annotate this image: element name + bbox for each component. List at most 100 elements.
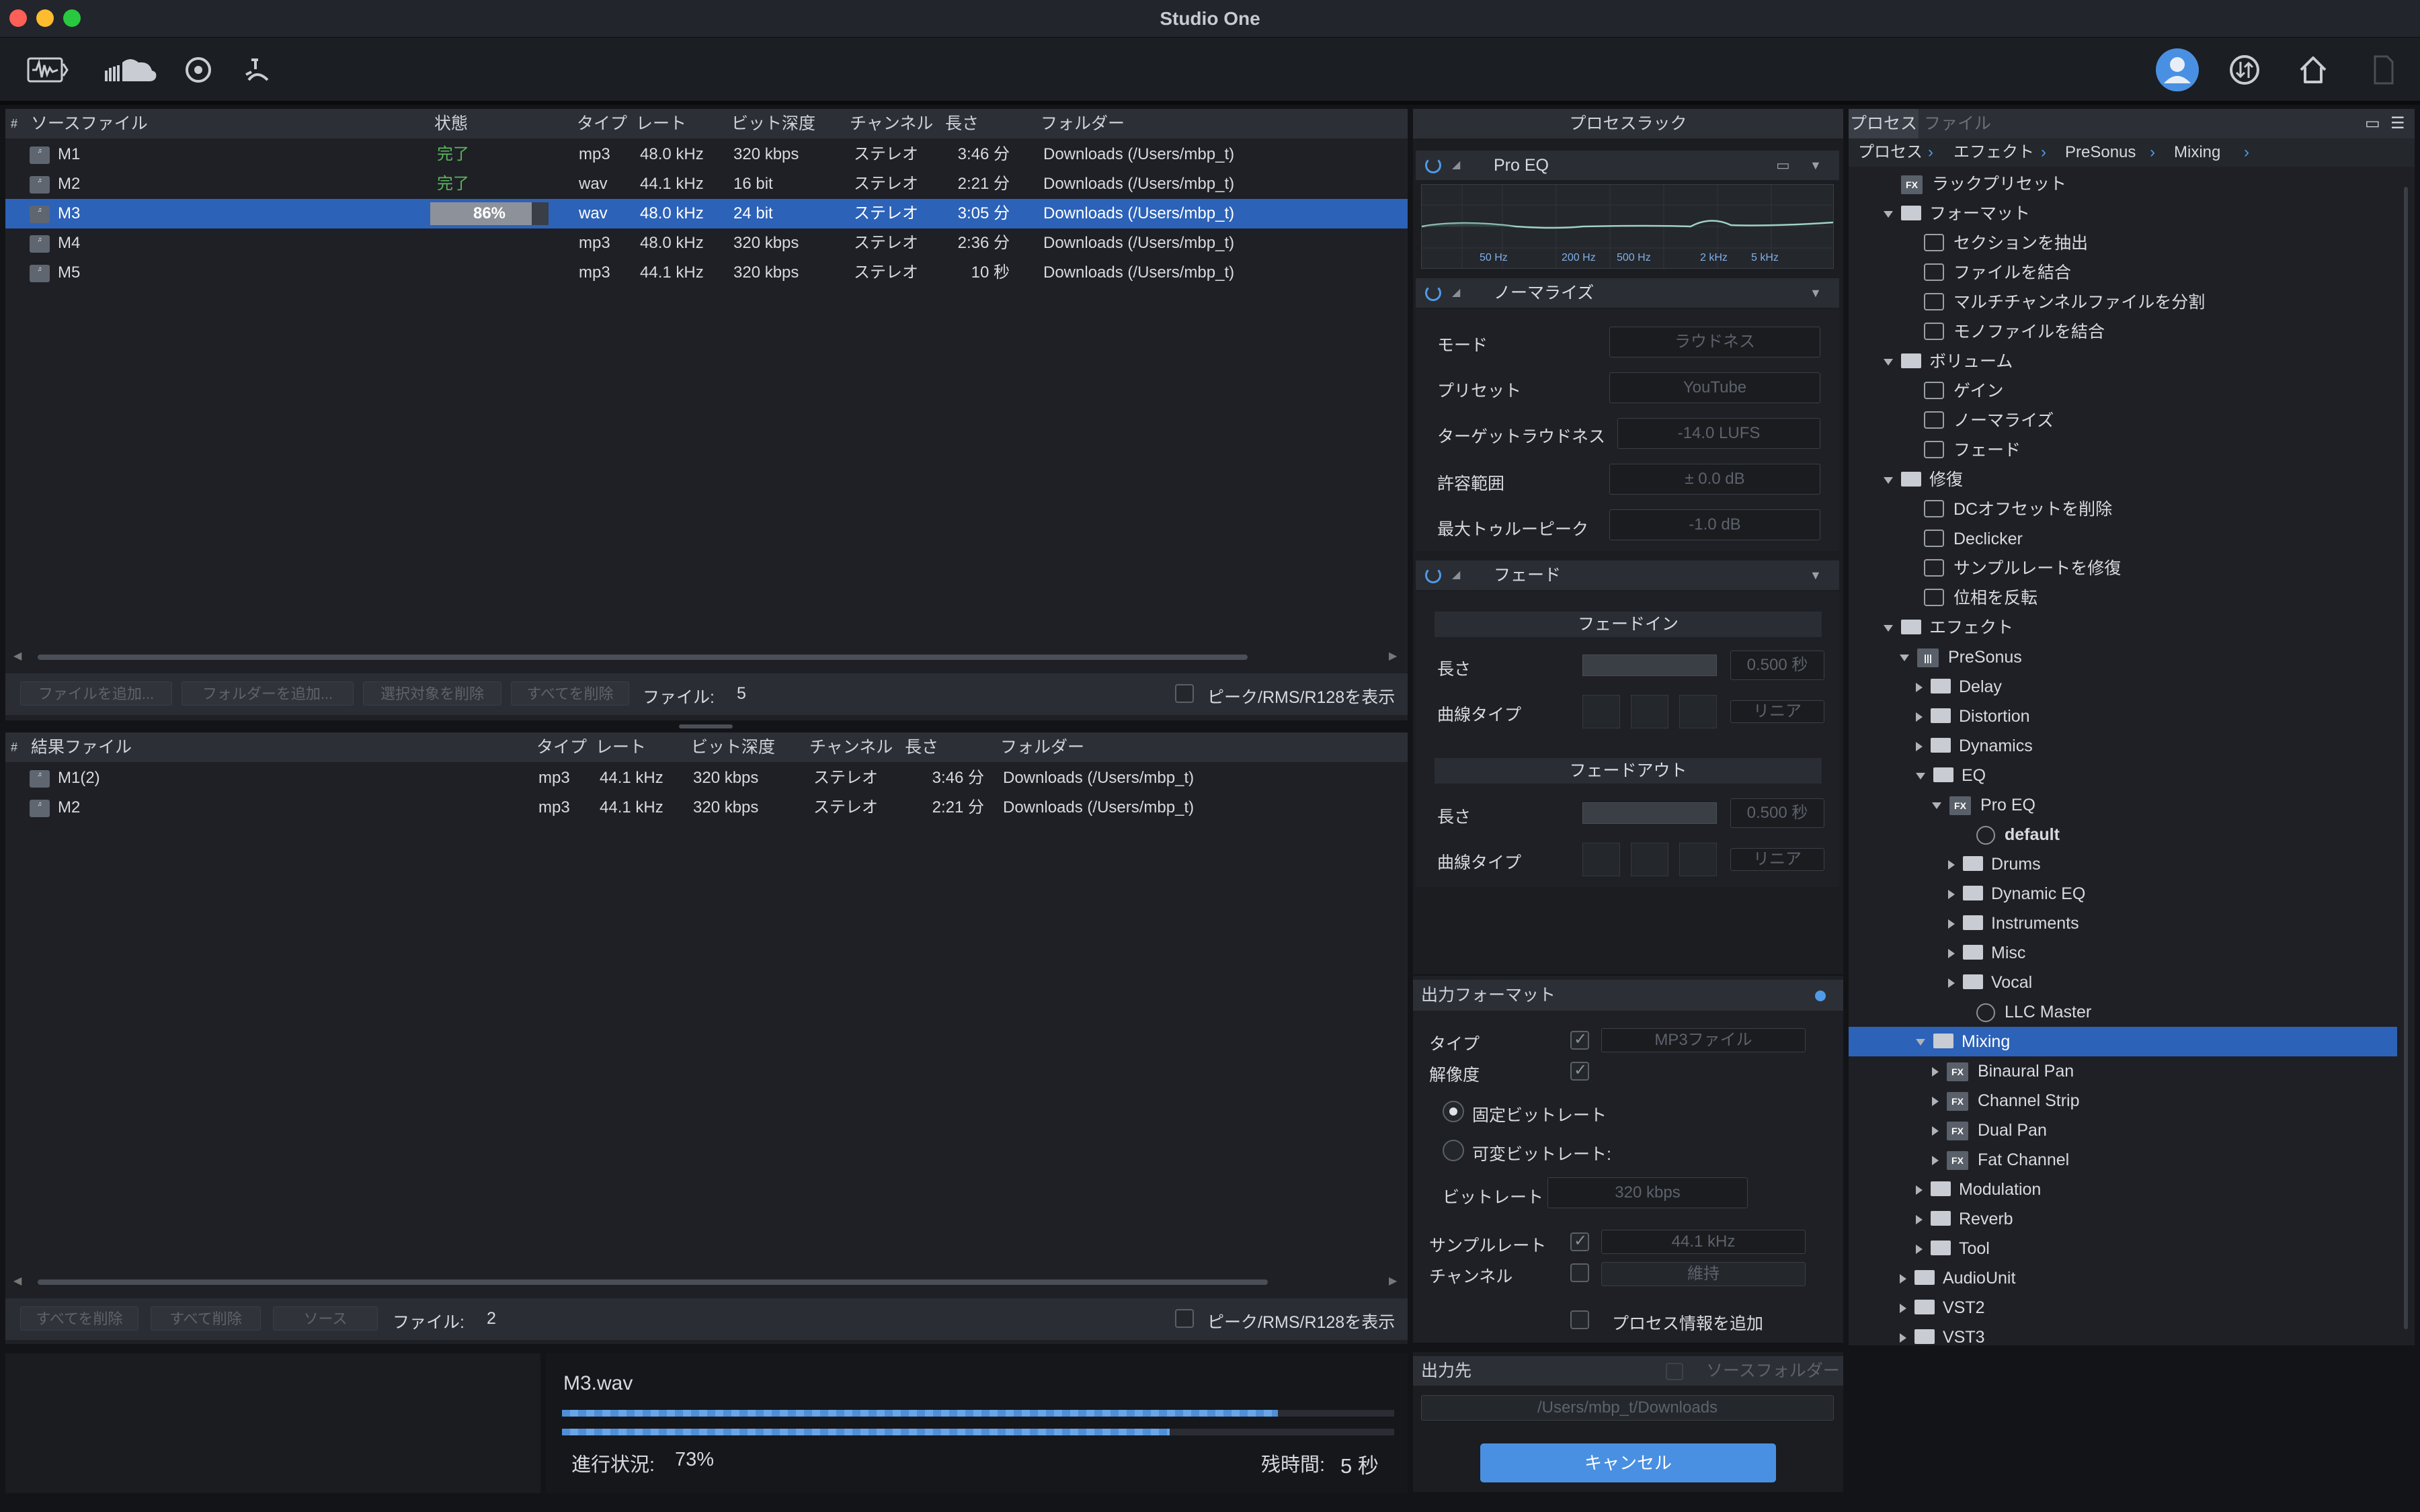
tree-item-repair-samplerate[interactable]: サンプルレートを修復	[1849, 554, 2397, 583]
mode-field[interactable]: ラウドネス	[1609, 327, 1820, 358]
col-status[interactable]: 状態	[434, 109, 468, 138]
chevron-right-icon[interactable]	[1948, 860, 1955, 870]
source-horizontal-scrollbar[interactable]: ◀ ▶	[13, 651, 1405, 662]
tree-item-vst2[interactable]: VST2	[1849, 1293, 2397, 1322]
tree-item-vocal[interactable]: Vocal	[1849, 968, 2397, 997]
col-folder[interactable]: フォルダー	[1000, 732, 1084, 762]
scrollbar-thumb[interactable]	[38, 655, 1248, 660]
tree-item-default[interactable]: default	[1849, 820, 2397, 849]
split-handle[interactable]	[679, 724, 733, 728]
table-row[interactable]: ♫ M2 mp3 44.1 kHz 320 kbps ステレオ Downloads (/Us…	[5, 793, 1408, 823]
scrollbar-thumb[interactable]	[38, 1279, 1268, 1285]
col-rate[interactable]: レート	[636, 109, 686, 138]
chevron-right-icon[interactable]	[1948, 949, 1955, 959]
curve-exp-button[interactable]	[1679, 695, 1717, 728]
resolution-checkbox[interactable]	[1570, 1060, 1589, 1081]
add-folder-button[interactable]: フォルダーを追加...	[182, 681, 354, 706]
waveform-browser-icon[interactable]	[27, 52, 69, 87]
target-icon[interactable]	[177, 52, 219, 87]
table-row[interactable]: ♫ M1 mp3 48.0 kHz 320 kbps ステレオ 3:46 分 Download…	[5, 140, 1408, 169]
tree-item-rack-presets[interactable]: FX ラックプリセット	[1849, 169, 2397, 199]
chevron-right-icon[interactable]	[1916, 1185, 1923, 1195]
fade-out-curve-field[interactable]: リニア	[1730, 848, 1824, 871]
tree-item-declicker[interactable]: Declicker	[1849, 524, 2397, 554]
tree-item-channel-strip[interactable]: FX Channel Strip	[1849, 1086, 2397, 1116]
type-checkbox[interactable]	[1570, 1030, 1589, 1050]
chevron-down-icon[interactable]	[1884, 211, 1893, 218]
curve-linear-button[interactable]	[1582, 695, 1620, 728]
tree-item-llc-master[interactable]: LLC Master	[1849, 997, 2397, 1027]
tree-item-tool[interactable]: Tool	[1849, 1234, 2397, 1263]
chevron-right-icon[interactable]	[1932, 1126, 1939, 1136]
tree-item-dual-pan[interactable]: FX Dual Pan	[1849, 1116, 2397, 1145]
chevron-down-icon[interactable]: ▼	[1810, 560, 1822, 590]
chevron-right-icon[interactable]	[1900, 1274, 1906, 1284]
curve-log-button[interactable]	[1631, 695, 1668, 728]
chevron-down-icon[interactable]	[1884, 625, 1893, 632]
table-row[interactable]: ♫ M1(2) mp3 44.1 kHz 320 kbps ステレオ Downloads (…	[5, 763, 1408, 793]
col-bit-depth[interactable]: ビット深度	[731, 109, 815, 138]
metronome-icon[interactable]	[238, 52, 280, 87]
chevron-right-icon[interactable]	[1932, 1067, 1939, 1077]
col-folder[interactable]: フォルダー	[1041, 109, 1125, 138]
cancel-button[interactable]: キャンセル	[1480, 1443, 1776, 1482]
chevron-down-icon[interactable]	[1916, 1039, 1925, 1046]
chevron-down-icon[interactable]: ▼	[1810, 278, 1822, 308]
tree-item-misc[interactable]: Misc	[1849, 938, 2397, 968]
tree-item-eq[interactable]: EQ	[1849, 761, 2397, 790]
cbr-radio[interactable]	[1443, 1101, 1464, 1122]
chevron-right-icon[interactable]	[1932, 1097, 1939, 1107]
type-dropdown[interactable]: MP3ファイル	[1601, 1028, 1806, 1052]
tab-process[interactable]: プロセス	[1849, 109, 1919, 138]
delete-all-results-button[interactable]: すべて削除	[151, 1306, 261, 1331]
chevron-right-icon[interactable]	[1900, 1333, 1906, 1343]
chevron-right-icon[interactable]	[1916, 1215, 1923, 1225]
channel-field[interactable]: 維持	[1601, 1262, 1806, 1286]
table-row[interactable]: ♫ M3 wav 48.0 kHz 24 bit ステレオ 3:05 分 Downloads …	[5, 199, 1408, 228]
user-avatar-icon[interactable]	[2154, 48, 2201, 91]
table-row[interactable]: ♫ M2 wav 44.1 kHz 16 bit ステレオ 2:21 分 Downloads …	[5, 169, 1408, 199]
tree-item-format[interactable]: フォーマット	[1849, 199, 2397, 228]
max-true-peak-field[interactable]: -1.0 dB	[1609, 509, 1820, 540]
tree-item-pro-eq[interactable]: FX Pro EQ	[1849, 790, 2397, 820]
tree-item-fat-channel[interactable]: FX Fat Channel	[1849, 1145, 2397, 1175]
tree-item-repair[interactable]: 修復	[1849, 465, 2397, 495]
col-type[interactable]: タイプ	[577, 109, 627, 138]
tree-item-gain[interactable]: ゲイン	[1849, 376, 2397, 406]
col-length[interactable]: 長さ	[905, 732, 938, 762]
target-loudness-field[interactable]: -14.0 LUFS	[1617, 418, 1820, 449]
power-icon[interactable]	[1425, 157, 1441, 173]
col-result-file[interactable]: 結果ファイル	[31, 732, 132, 762]
home-icon[interactable]	[2292, 52, 2334, 87]
tree-item-dynamics[interactable]: Dynamics	[1849, 731, 2397, 761]
breadcrumb-item[interactable]: プロセス	[1858, 138, 1923, 167]
result-horizontal-scrollbar[interactable]: ◀ ▶	[13, 1276, 1405, 1287]
col-type[interactable]: タイプ	[536, 732, 587, 762]
chevron-right-icon[interactable]	[1916, 1245, 1923, 1255]
fade-out-length-field[interactable]: 0.500 秒	[1730, 798, 1824, 828]
tree-item-join-mono[interactable]: モノファイルを結合	[1849, 317, 2397, 347]
sync-icon[interactable]	[2224, 52, 2265, 87]
tree-item-join-files[interactable]: ファイルを結合	[1849, 258, 2397, 288]
collapse-triangle-icon[interactable]: ◢	[1452, 560, 1460, 590]
fade-in-length-slider[interactable]	[1582, 655, 1717, 676]
chevron-down-icon[interactable]	[1900, 655, 1909, 662]
tree-item-invert-phase[interactable]: 位相を反転	[1849, 583, 2397, 613]
tree-item-vst3[interactable]: VST3	[1849, 1322, 2397, 1352]
col-source-file[interactable]: ソースファイル	[31, 109, 148, 138]
chevron-right-icon[interactable]	[1916, 742, 1923, 752]
fade-in-curve-field[interactable]: リニア	[1730, 700, 1824, 723]
sample-rate-checkbox[interactable]	[1570, 1231, 1589, 1251]
tree-item-instruments[interactable]: Instruments	[1849, 909, 2397, 938]
fade-out-length-slider[interactable]	[1582, 802, 1717, 824]
tolerance-field[interactable]: ± 0.0 dB	[1609, 464, 1820, 495]
tree-item-effects[interactable]: エフェクト	[1849, 613, 2397, 642]
tab-file[interactable]: ファイル	[1924, 109, 1991, 138]
preset-field[interactable]: YouTube	[1609, 372, 1820, 403]
eq-curve-display[interactable]: 50 Hz 200 Hz 500 Hz 2 kHz 5 kHz	[1421, 184, 1834, 269]
normalize-section-header[interactable]: ◢ ノーマライズ ▼	[1416, 278, 1839, 308]
chevron-down-icon[interactable]	[1932, 802, 1941, 810]
window-icon[interactable]: ▭	[2365, 109, 2380, 138]
curve-linear-button[interactable]	[1582, 843, 1620, 876]
destination-path-field[interactable]: /Users/mbp_t/Downloads	[1421, 1395, 1834, 1421]
